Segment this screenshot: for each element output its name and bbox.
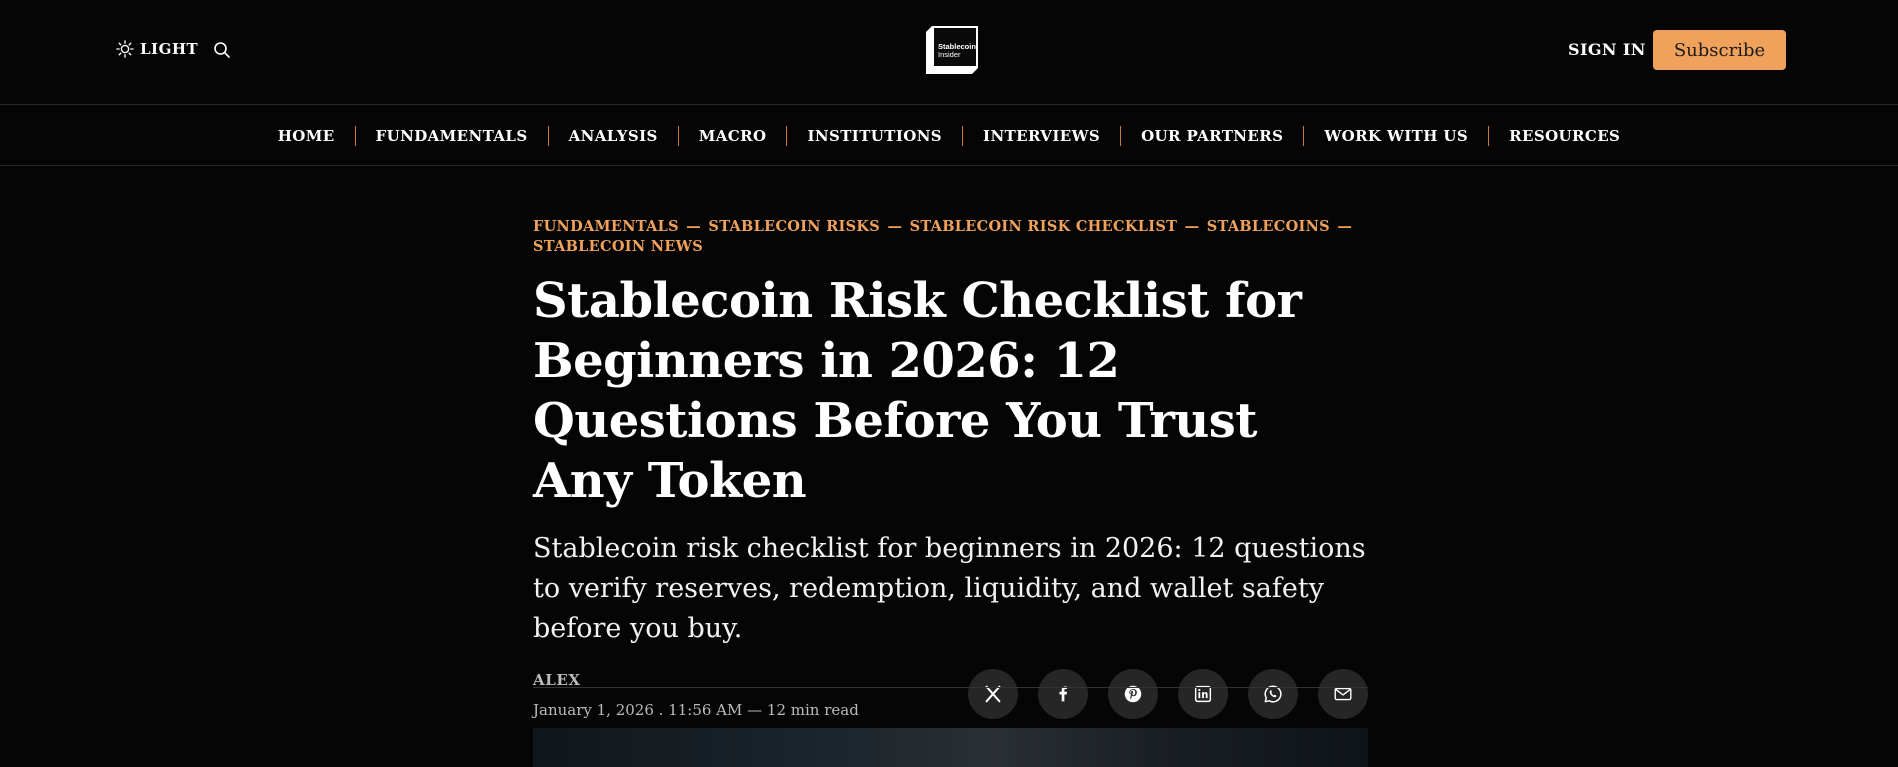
logo-mark: Stablecoin Insider [926,26,978,74]
main-nav: HOME FUNDAMENTALS ANALYSIS MACRO INSTITU… [0,106,1898,166]
sun-icon [116,40,134,58]
theme-toggle[interactable]: LIGHT [116,40,198,58]
tag-separator: — [686,218,702,235]
article-meta: ALEX January 1, 2026 . 11:56 AM — 12 min… [533,669,1368,731]
share-pinterest-button[interactable] [1108,669,1158,719]
share-whatsapp-button[interactable] [1248,669,1298,719]
share-email-button[interactable] [1318,669,1368,719]
tag-link[interactable]: FUNDAMENTALS [533,218,679,235]
nav-item-interviews[interactable]: INTERVIEWS [963,127,1120,145]
nav-item-analysis[interactable]: ANALYSIS [549,127,678,145]
hero-image [533,728,1368,767]
search-button[interactable] [212,40,232,60]
tag-link[interactable]: STABLECOIN RISK CHECKLIST [910,218,1178,235]
tag-separator: — [1337,218,1353,235]
site-logo[interactable]: Stablecoin Insider [924,26,978,74]
nav-item-fundamentals[interactable]: FUNDAMENTALS [356,127,548,145]
tag-separator: — [1184,218,1200,235]
subscribe-button[interactable]: Subscribe [1653,30,1786,70]
share-linkedin-button[interactable] [1178,669,1228,719]
tag-link[interactable]: STABLECOIN RISKS [708,218,880,235]
article-header: FUNDAMENTALS — STABLECOIN RISKS — STABLE… [533,217,1368,731]
theme-label: LIGHT [140,40,199,58]
tag-link[interactable]: STABLECOINS [1207,218,1330,235]
article-tags: FUNDAMENTALS — STABLECOIN RISKS — STABLE… [533,217,1368,257]
share-x-button[interactable] [968,669,1018,719]
share-facebook-button[interactable] [1038,669,1088,719]
nav-item-resources[interactable]: RESOURCES [1489,127,1640,145]
share-buttons [968,669,1368,719]
tag-separator: — [887,218,903,235]
nav-item-work-with-us[interactable]: WORK WITH US [1304,127,1488,145]
nav-item-macro[interactable]: MACRO [679,127,787,145]
site-header: LIGHT Stablecoin Insider SIGN IN Subscri… [0,0,1898,105]
article-divider [533,687,1368,688]
tag-link[interactable]: STABLECOIN NEWS [533,238,703,255]
nav-item-institutions[interactable]: INSTITUTIONS [787,127,962,145]
logo-text-line-2: Insider [938,50,961,59]
article-subtitle: Stablecoin risk checklist for beginners … [533,533,1366,644]
search-icon [214,42,230,58]
nav-item-our-partners[interactable]: OUR PARTNERS [1121,127,1303,145]
nav-item-home[interactable]: HOME [258,127,355,145]
sign-in-link[interactable]: SIGN IN [1568,40,1646,59]
article-title: Stablecoin Risk Checklist for Beginners … [533,273,1302,509]
